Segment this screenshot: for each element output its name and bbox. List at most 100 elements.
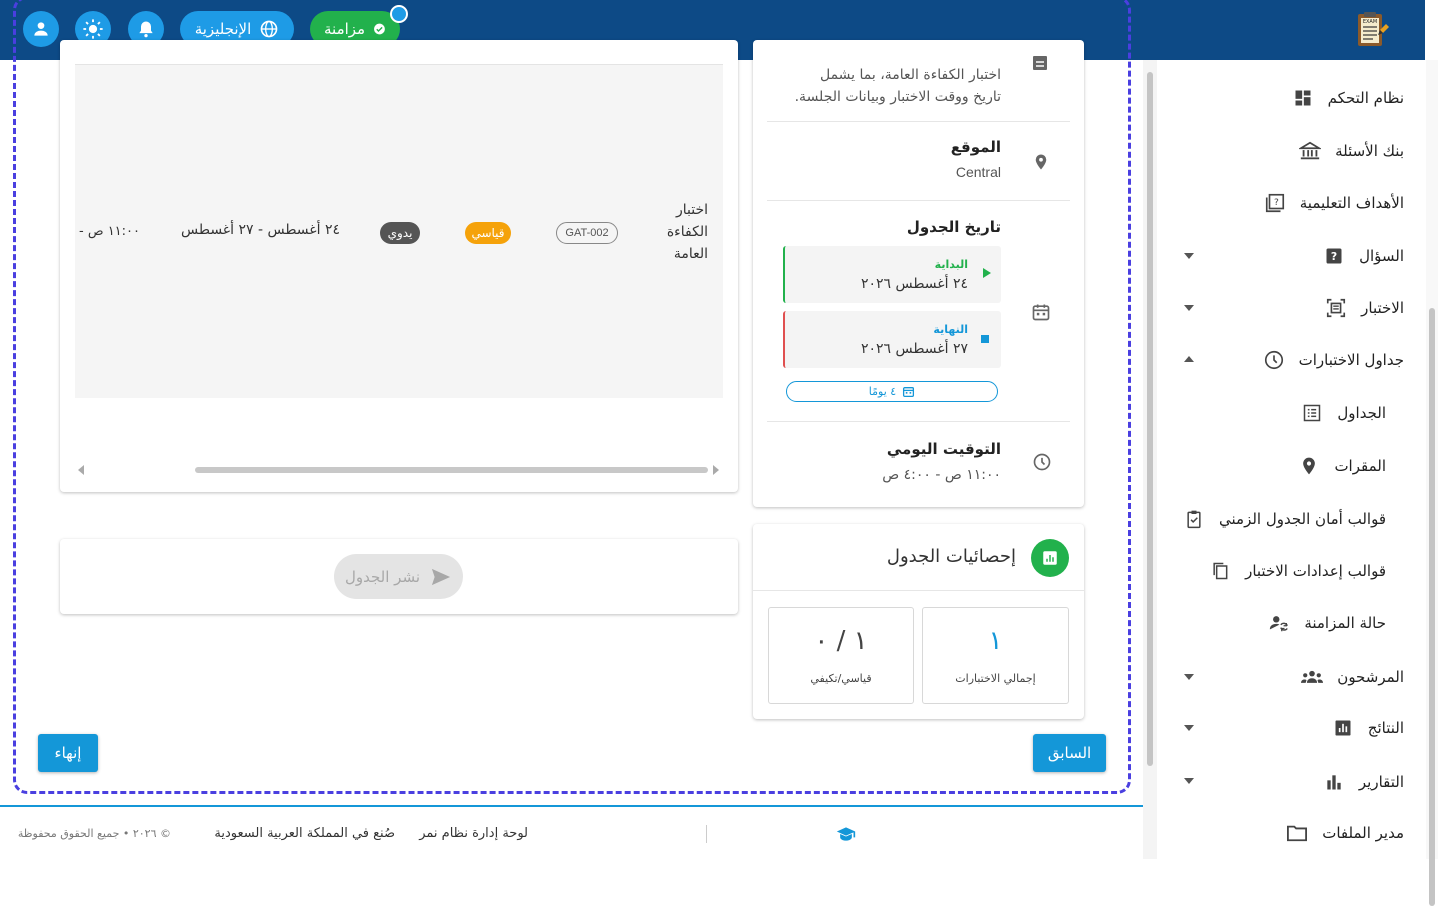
- finish-button[interactable]: إنهاء: [38, 734, 98, 772]
- divider: [753, 590, 1084, 591]
- schedule-stats-card: إحصائيات الجدول ١ إجمالي الاختبارات ١ / …: [753, 524, 1084, 719]
- table-scrollbar-thumb[interactable]: [195, 467, 708, 473]
- divider: [767, 200, 1070, 201]
- footer: لوحة إدارة نظام نمر صُنع في المملكة العر…: [0, 805, 1143, 859]
- play-icon: [983, 268, 991, 278]
- sidebar-item-reports[interactable]: التقارير: [1323, 767, 1404, 797]
- sidebar-item-label: التقارير: [1358, 773, 1404, 791]
- chevron-down-icon[interactable]: [1184, 725, 1194, 731]
- dashboard-icon: [1292, 87, 1314, 109]
- profile-button[interactable]: [23, 11, 59, 47]
- sync-status-icon: [1268, 612, 1290, 634]
- scroll-left-icon[interactable]: [78, 465, 84, 475]
- start-value: ٢٤ أغسطس ٢٠٢٦: [860, 276, 968, 292]
- sidebar-item-exam-settings-templates[interactable]: قوالب إعدادات الاختبار: [1209, 556, 1386, 586]
- sidebar-item-file-manager[interactable]: مدير الملفات: [1286, 818, 1404, 848]
- sidebar-item-results[interactable]: النتائج: [1332, 713, 1404, 743]
- sync-indicator-dot: [390, 5, 408, 23]
- sun-icon: [83, 19, 103, 39]
- location-value: Central: [955, 164, 1001, 180]
- sidebar-item-label: الاختبار: [1361, 299, 1404, 317]
- sidebar-scrollbar[interactable]: [1426, 60, 1438, 906]
- end-label: النهاية: [933, 323, 968, 336]
- sidebar-item-label: حالة المزامنة: [1304, 614, 1386, 632]
- sidebar-item-learning-objectives[interactable]: الأهداف التعليمية ?: [1264, 188, 1404, 218]
- start-label: البداية: [934, 258, 968, 271]
- schedule-details-card: اختبار الكفاءة العامة، بما يشمل تاريخ وو…: [753, 40, 1084, 507]
- user-icon: [34, 22, 48, 36]
- divider: [706, 825, 707, 843]
- divider: [767, 421, 1070, 422]
- exam-logo[interactable]: EXAM: [1352, 10, 1392, 50]
- sidebar-item-label: المرشحون: [1337, 668, 1404, 686]
- description-line: تاريخ ووقت الاختبار وبيانات الجلسة.: [794, 89, 1001, 105]
- exam-type-chip: قياسي: [465, 222, 511, 244]
- sidebar-item-question[interactable]: السؤال ?: [1323, 241, 1404, 271]
- bank-icon: [1299, 140, 1322, 162]
- exam-code-chip: GAT-002: [556, 222, 618, 244]
- publish-label: نشر الجدول: [344, 567, 421, 586]
- globe-icon: [260, 20, 278, 38]
- total-exams-stat: ١ إجمالي الاختبارات: [922, 607, 1069, 704]
- total-exams-value: ١: [988, 626, 1003, 656]
- chevron-down-icon[interactable]: [1184, 674, 1194, 680]
- sidebar-item-schedule-security-templates[interactable]: قوالب أمان الجدول الزمني: [1183, 504, 1386, 534]
- schedule-table-card: اختبار الكفاءة العامة GAT-002 قياسي يدوي…: [60, 40, 738, 492]
- duration-label: ٤ يومًا: [868, 385, 897, 398]
- sidebar-item-question-bank[interactable]: بنك الأسئلة: [1299, 136, 1404, 166]
- sidebar-item-candidates[interactable]: المرشحون: [1301, 662, 1404, 692]
- bell-icon: [139, 21, 153, 38]
- schedule-date-title: تاريخ الجدول: [906, 218, 1001, 236]
- clock-icon: [1032, 452, 1052, 476]
- sidebar-item-label: قوالب إعدادات الاختبار: [1245, 562, 1386, 580]
- chevron-down-icon[interactable]: [1184, 778, 1194, 784]
- duration-chip: ٤ يومًا: [786, 381, 998, 402]
- stats-icon: [1031, 539, 1069, 577]
- publish-card: نشر الجدول: [60, 539, 738, 614]
- footer-copyright: © ٢٠٢٦ • جميع الحقوق محفوظة: [17, 827, 171, 840]
- calendar-icon: [903, 387, 915, 398]
- chevron-down-icon[interactable]: [1184, 253, 1194, 259]
- end-value: ٢٧ أغسطس ٢٠٢٦: [860, 341, 968, 357]
- folder-icon: [1286, 822, 1308, 844]
- total-exams-label: إجمالي الاختبارات: [955, 672, 1036, 685]
- sidebar-item-sync-status[interactable]: حالة المزامنة: [1268, 608, 1386, 638]
- document-icon: [1031, 56, 1049, 76]
- objectives-icon: ?: [1264, 192, 1286, 214]
- sidebar-item-schedules[interactable]: الجداول: [1301, 398, 1386, 428]
- sidebar-item-exam[interactable]: الاختبار: [1325, 293, 1404, 323]
- content-scrollbar[interactable]: [1143, 60, 1157, 859]
- chevron-down-icon[interactable]: [1184, 305, 1194, 311]
- exam-name-cell: اختبار الكفاءة العامة: [666, 202, 708, 262]
- svg-text:?: ?: [1274, 197, 1279, 208]
- language-label: الإنجليزية: [194, 20, 252, 38]
- clipboard-check-icon: [1183, 508, 1205, 530]
- chevron-up-icon[interactable]: [1184, 356, 1194, 362]
- svg-text:?: ?: [1331, 250, 1337, 263]
- exam-time-cell: ١١:٠٠ ص - ٠٠: [75, 224, 140, 239]
- sidebar-item-venues[interactable]: المقرات: [1298, 451, 1386, 481]
- end-date-box: النهاية ٢٧ أغسطس ٢٠٢٦: [783, 311, 1001, 368]
- table-row[interactable]: اختبار الكفاءة العامة GAT-002 قياسي يدوي…: [75, 64, 723, 398]
- daily-timing-title: التوقيت اليومي: [886, 440, 1001, 458]
- location-icon: [1298, 455, 1320, 477]
- divider: [767, 121, 1070, 122]
- scroll-right-icon[interactable]: [713, 465, 719, 475]
- scrollbar-thumb[interactable]: [1429, 308, 1435, 906]
- sidebar-item-dashboard[interactable]: نظام التحكم: [1292, 83, 1404, 113]
- clock-icon: [1263, 349, 1285, 371]
- standard-adaptive-label: قياسي/تكيفي: [810, 672, 872, 685]
- sidebar-item-exam-schedules[interactable]: جداول الاختبارات: [1263, 345, 1404, 375]
- copy-icon: [1209, 560, 1231, 582]
- sidebar-item-label: قوالب أمان الجدول الزمني: [1219, 510, 1386, 528]
- publish-schedule-button[interactable]: نشر الجدول: [334, 554, 463, 599]
- calendar-icon: [1031, 302, 1051, 326]
- previous-button[interactable]: السابق: [1033, 734, 1106, 772]
- start-date-box: البداية ٢٤ أغسطس ٢٠٢٦: [783, 246, 1001, 303]
- scrollbar-thumb[interactable]: [1147, 72, 1153, 766]
- list-icon: [1301, 402, 1323, 424]
- sidebar-item-label: المقرات: [1334, 457, 1386, 475]
- standard-adaptive-value: ١ / ٠: [814, 626, 868, 656]
- people-icon: [1301, 666, 1324, 688]
- graduation-cap-icon: [836, 826, 856, 846]
